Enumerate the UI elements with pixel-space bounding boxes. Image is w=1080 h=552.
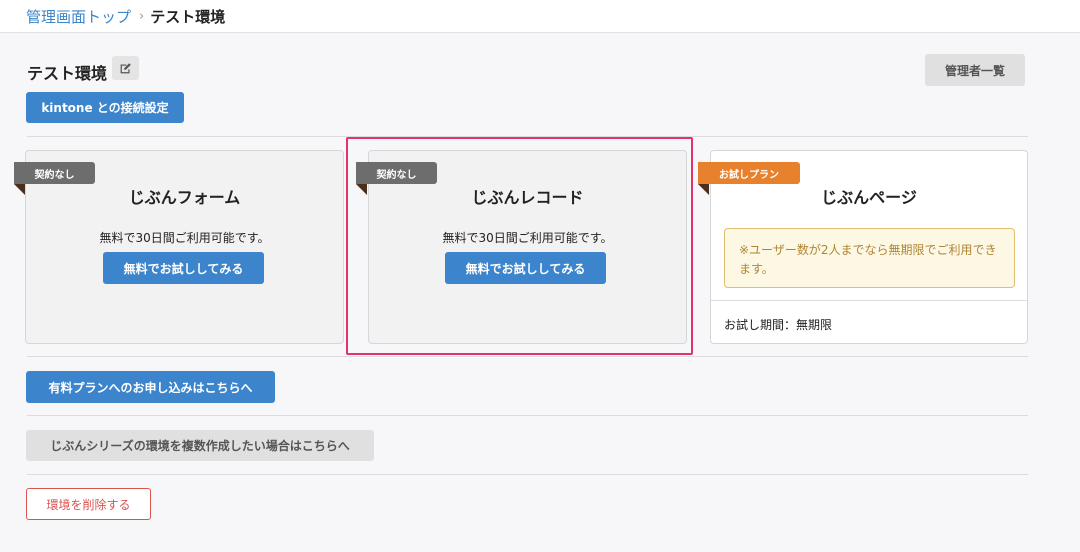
kintone-settings-button[interactable]: kintone との接続設定 [26,92,184,123]
card-title: じぶんフォーム [128,188,241,207]
card-description: 無料で30日間ご利用可能です。 [442,231,613,245]
divider [27,356,1028,357]
try-free-button[interactable]: 無料でお試ししてみる [103,252,264,284]
paid-plan-button[interactable]: 有料プランへのお申し込みはこちらへ [26,371,275,403]
status-badge: 契約なし [356,162,437,184]
try-free-button[interactable]: 無料でお試ししてみる [445,252,606,284]
card-title: じぶんレコード [471,188,584,207]
divider [27,136,1028,137]
page-title: テスト環境 [27,64,108,83]
divider [27,415,1028,416]
status-badge: 契約なし [14,162,95,184]
breadcrumb-link-admin-top[interactable]: 管理画面トップ [26,6,131,27]
breadcrumb-current: テスト環境 [150,8,226,26]
card-divider [711,300,1027,301]
card-title: じぶんページ [821,188,917,207]
notice-box: ※ユーザー数が2人までなら無期限でご利用できます。 [724,228,1015,288]
badge-fold [356,184,367,195]
top-bar: 管理画面トップ › テスト環境 [0,0,1080,33]
divider [27,474,1028,475]
trial-period-text: お試し期間：無期限 [724,318,833,332]
pencil-square-icon [120,62,131,73]
card-description: 無料で30日間ご利用可能です。 [99,231,270,245]
breadcrumb-separator-icon: › [139,9,145,24]
badge-fold [698,184,709,195]
plan-badge: お試しプラン [698,162,800,184]
edit-title-button[interactable] [112,56,139,80]
admin-list-button[interactable]: 管理者一覧 [925,54,1025,86]
delete-environment-button[interactable]: 環境を削除する [26,488,151,520]
multiple-environment-button[interactable]: じぶんシリーズの環境を複数作成したい場合はこちらへ [26,430,374,461]
breadcrumb: 管理画面トップ › テスト環境 [26,6,225,27]
badge-fold [14,184,25,195]
